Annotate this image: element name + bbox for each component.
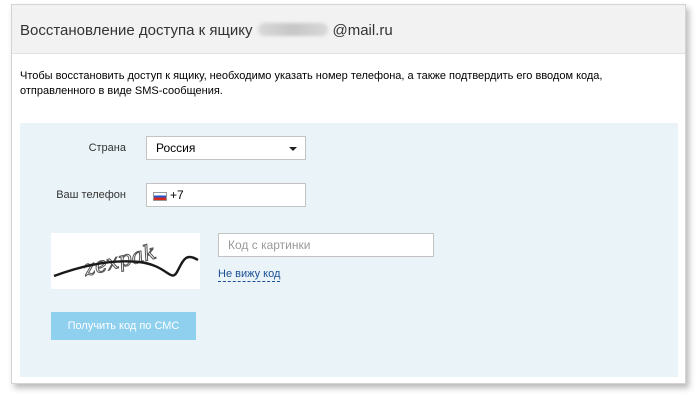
cant-see-code-link[interactable]: Не вижу код: [218, 268, 281, 282]
captcha-image: zexpak: [51, 233, 200, 289]
phone-country-code: +7: [170, 188, 184, 202]
title-bar: Восстановление доступа к ящику @mail.ru: [12, 5, 685, 54]
recovery-card: Восстановление доступа к ящику @mail.ru Ч…: [11, 4, 686, 384]
recovery-form: Страна Россия Ваш телефон +7 zexpak Не в…: [20, 123, 678, 377]
russia-flag-icon[interactable]: [153, 192, 167, 201]
title-text: Восстановление доступа к ящику: [20, 22, 253, 39]
country-value: Россия: [156, 141, 196, 155]
captcha-input[interactable]: [218, 233, 434, 257]
phone-label: Ваш телефон: [56, 189, 126, 201]
phone-input[interactable]: +7: [146, 183, 306, 207]
page-title: Восстановление доступа к ящику @mail.ru: [20, 22, 393, 39]
country-label: Страна: [88, 142, 126, 154]
email-domain: @mail.ru: [332, 22, 393, 39]
instructions-text: Чтобы восстановить доступ к ящику, необх…: [20, 70, 603, 97]
country-select[interactable]: Россия: [146, 136, 306, 160]
blurred-email-username: [258, 23, 329, 36]
get-sms-code-button[interactable]: Получить код по СМС: [51, 312, 196, 340]
dropdown-caret-icon: [289, 147, 297, 151]
